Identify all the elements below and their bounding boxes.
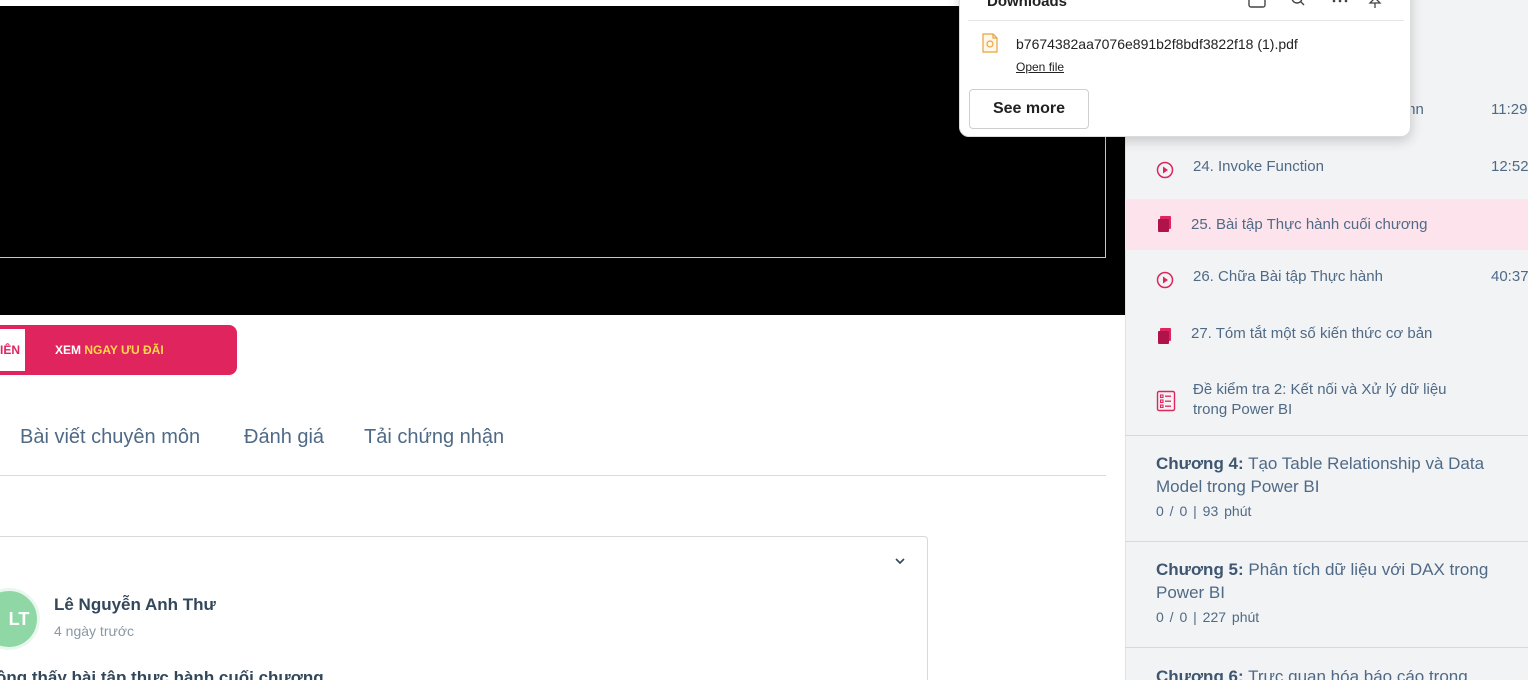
reviewer-name: Lê Nguyễn Anh Thư [54,595,216,614]
review-text: ông thấy bài tập thực hành cuối chương [0,668,324,680]
chapter-name: Trực quan hóa báo cáo trong [1248,667,1468,680]
promo-offer-prefix: XEM [55,343,85,357]
document-icon [1158,328,1171,344]
open-file-link[interactable]: Open file [1016,60,1064,74]
lesson-item-26[interactable]: 26. Chữa Bài tập Thực hành 40:37 [1125,260,1528,300]
promo-offer-highlight: NGAY ƯU ĐÃI [84,343,164,357]
tab-download-certificate[interactable]: Tải chứng nhận [364,426,504,449]
play-circle-icon [1156,271,1174,289]
lesson-item-24[interactable]: 24. Invoke Function 12:52 [1125,150,1528,190]
promo-left-button[interactable]: C VIÊN [0,329,25,371]
chapter-5[interactable]: Chương 5: Phân tích dữ liệu với DAX tron… [1125,541,1528,647]
search-icon[interactable] [1288,0,1308,8]
lesson-duration: 12:52 [1491,158,1528,175]
chapter-prefix: Chương 5: [1156,560,1244,579]
quiz-list-icon [1156,390,1176,412]
review-time: 4 ngày trước [54,623,135,639]
promo-banner: C VIÊN XEM NGAY ƯU ĐÃI [0,325,237,375]
chevron-down-icon[interactable] [893,554,907,568]
tab-professional-articles[interactable]: Bài viết chuyên môn [20,426,200,449]
chapter-meta: 0 / 0 | 227 phút [1156,609,1260,625]
chapter-4[interactable]: Chương 4: Tạo Table Relationship và Data… [1125,435,1528,541]
content-tabs: Bài viết chuyên môn Đánh giá Tải chứng n… [0,418,1106,476]
chapter-meta: 0 / 0 | 93 phút [1156,503,1252,519]
lesson-title: 24. Invoke Function [1193,158,1324,175]
lesson-title: 27. Tóm tắt một số kiến thức cơ bản [1191,325,1433,342]
lesson-duration: 40:37 [1491,268,1528,285]
video-frame [0,6,1106,258]
quiz-title-line2: trong Power BI [1193,401,1293,418]
chapter-title: Chương 4: Tạo Table Relationship và Data… [1156,452,1516,498]
downloads-divider [968,20,1404,21]
quiz-item[interactable]: Đề kiểm tra 2: Kết nối và Xử lý dữ liệu … [1125,374,1528,434]
pin-icon[interactable] [1365,0,1385,8]
pdf-file-icon [982,33,998,53]
lesson-item-25[interactable]: 25. Bài tập Thực hành cuối chương [1125,199,1528,250]
downloads-heading: Downloads [987,0,1068,10]
document-icon [1158,216,1171,232]
promo-offer-button[interactable]: XEM NGAY ƯU ĐÃI [55,325,164,375]
lesson-duration: 11:29 [1491,101,1528,118]
chapter-title: Chương 6: Trực quan hóa báo cáo trong [1156,665,1516,680]
promo-left-label: C VIÊN [0,343,20,357]
lesson-item-27[interactable]: 27. Tóm tắt một số kiến thức cơ bản [1125,316,1528,356]
video-player[interactable] [0,6,1125,315]
see-more-button[interactable]: See more [969,89,1089,129]
folder-icon[interactable] [1247,0,1267,8]
chapter-6[interactable]: Chương 6: Trực quan hóa báo cáo trong [1125,647,1528,680]
lesson-title: 25. Bài tập Thực hành cuối chương [1191,216,1428,233]
more-icon[interactable] [1330,0,1350,8]
tab-reviews[interactable]: Đánh giá [244,426,324,449]
chapter-prefix: Chương 6: [1156,667,1244,680]
lesson-title: 26. Chữa Bài tập Thực hành [1193,268,1383,285]
chapter-prefix: Chương 4: [1156,454,1244,473]
play-circle-icon [1156,161,1174,179]
download-filename[interactable]: b7674382aa7076e891b2f8bdf3822f18 (1).pdf [1016,36,1298,52]
quiz-title-line1: Đề kiểm tra 2: Kết nối và Xử lý dữ liệu [1193,381,1447,398]
avatar-initials: LT [8,609,30,629]
downloads-popup: Downloads b7674382aa7076e891b2f8bdf3822f… [959,0,1411,137]
chapter-title: Chương 5: Phân tích dữ liệu với DAX tron… [1156,558,1516,604]
